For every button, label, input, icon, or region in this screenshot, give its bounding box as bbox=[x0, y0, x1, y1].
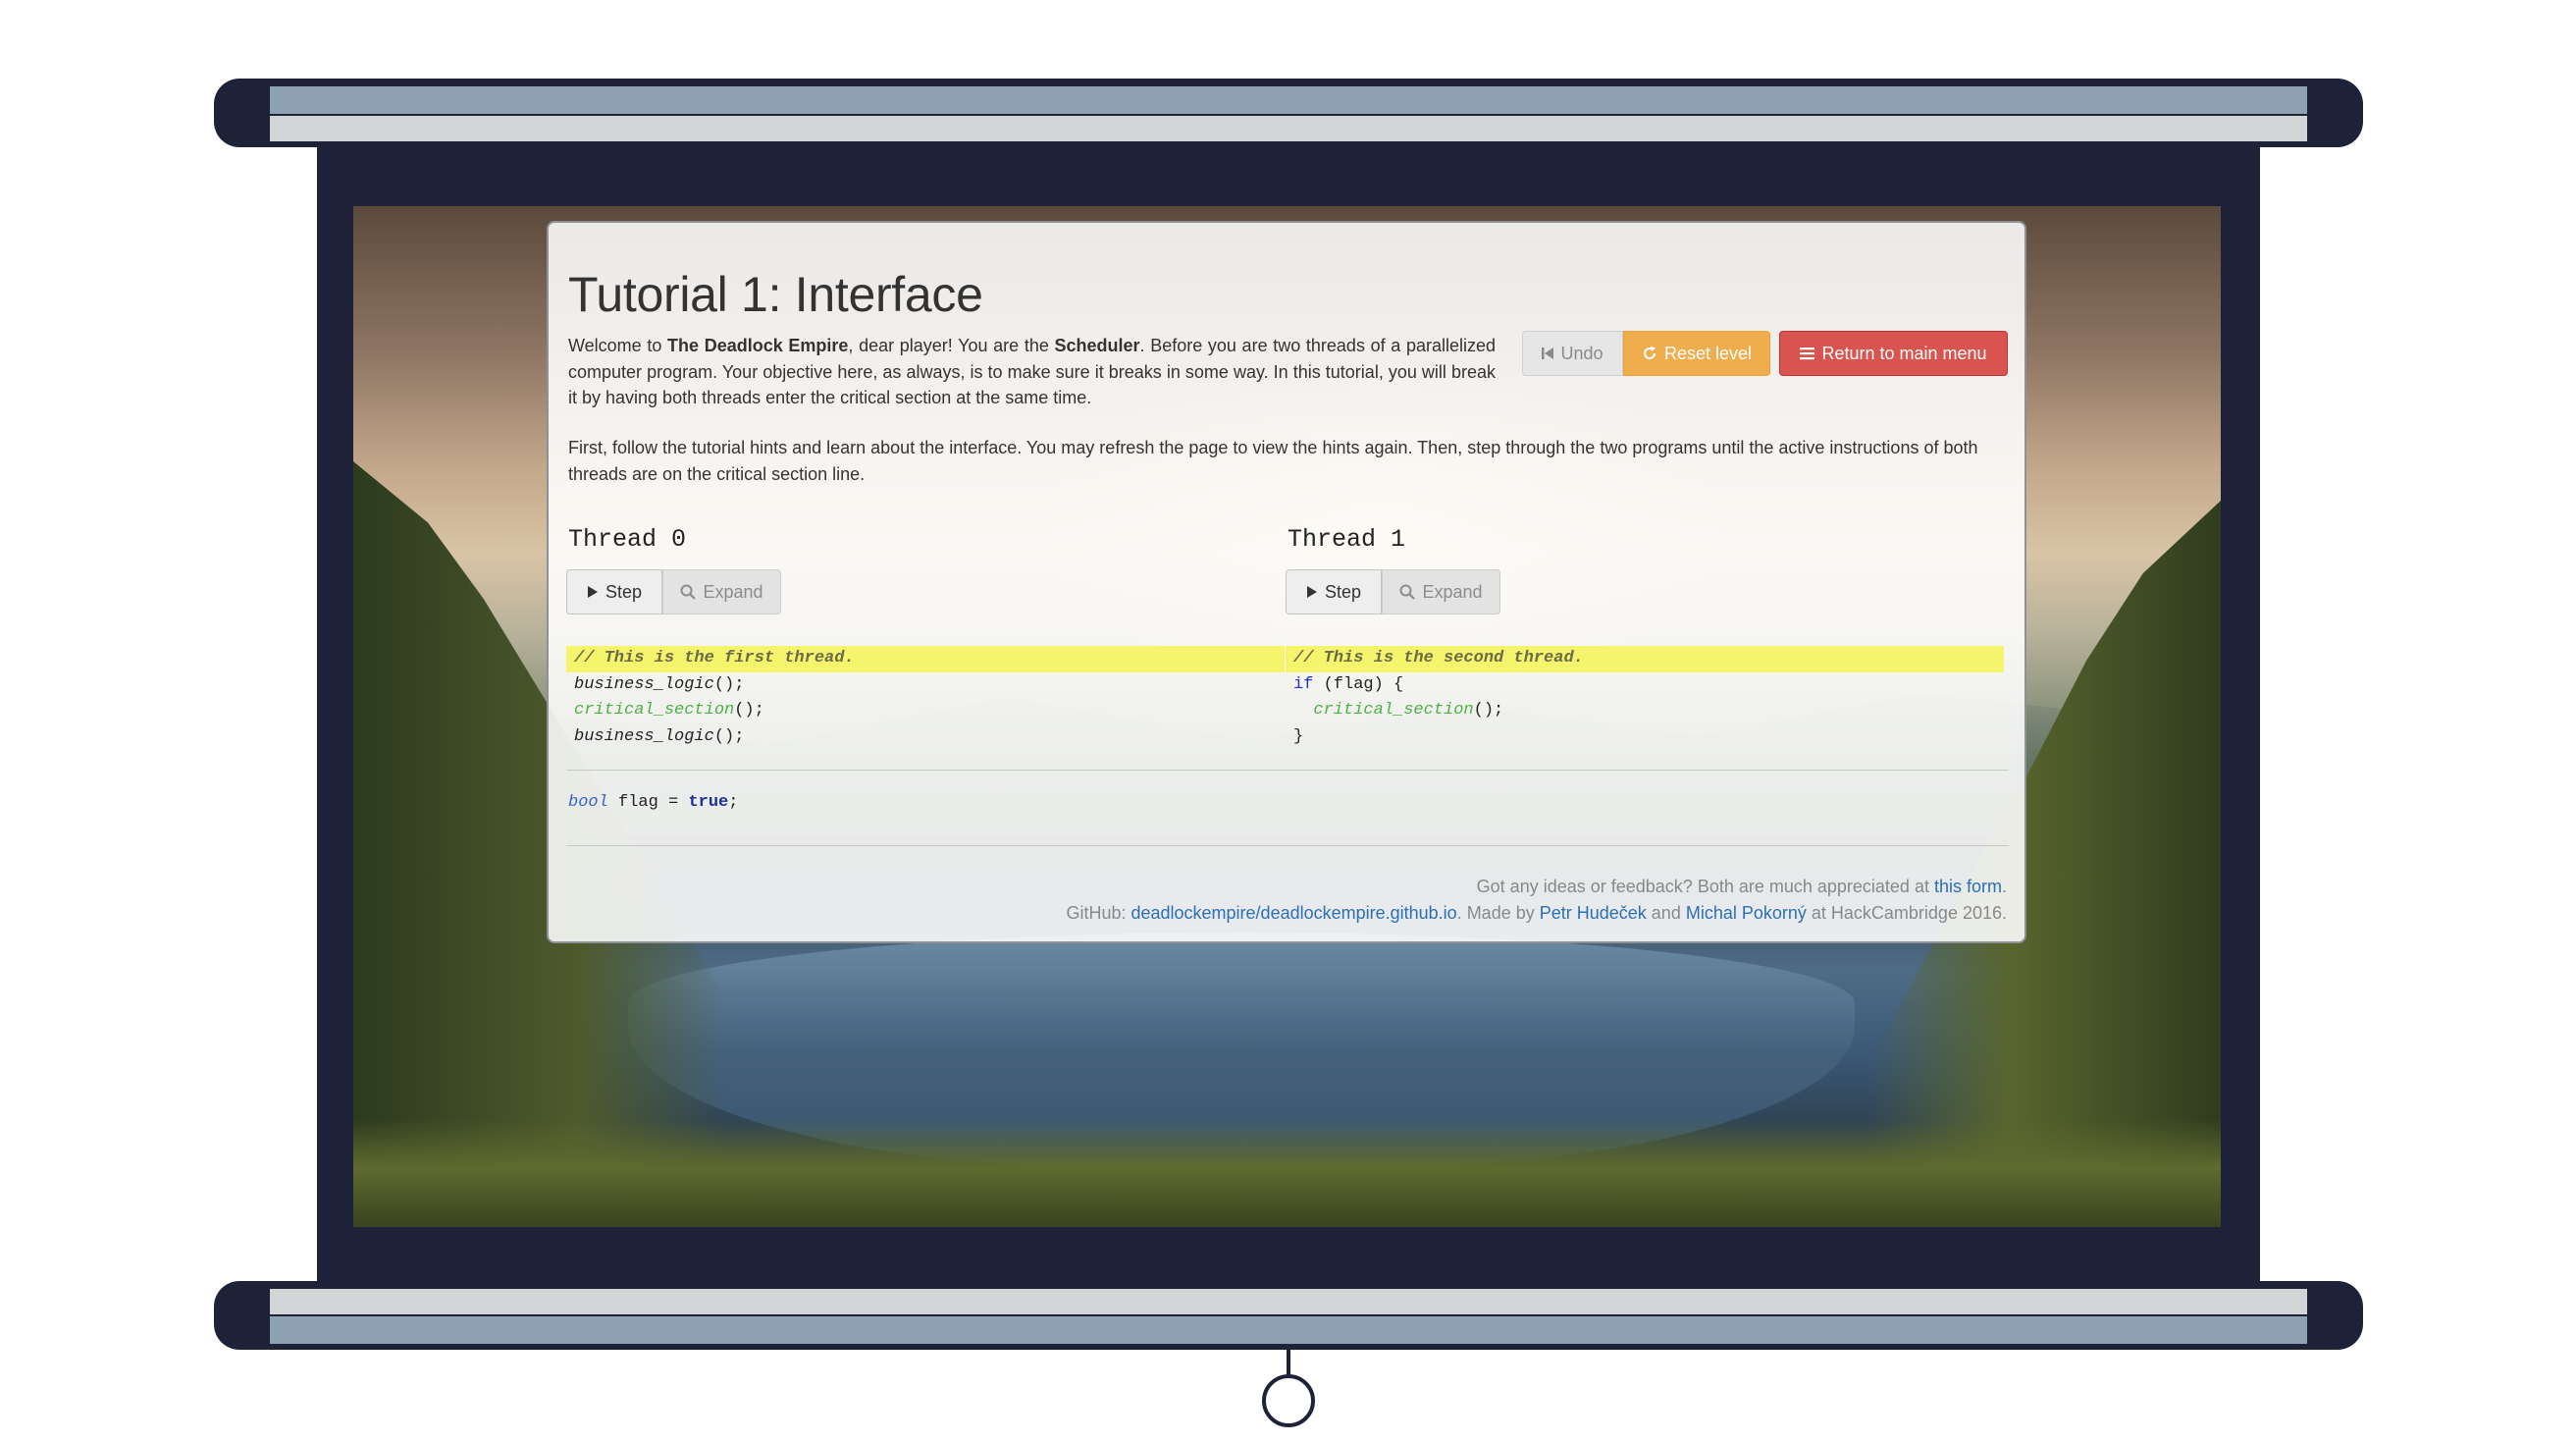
variable-type: bool bbox=[568, 793, 608, 812]
global-variables: bool flag = true; bbox=[568, 790, 738, 816]
footer-text: and bbox=[1646, 902, 1686, 923]
thread-1-code: // This is the second thread. if (flag) … bbox=[1286, 646, 2004, 750]
expand-label: Expand bbox=[703, 581, 763, 602]
game-name: The Deadlock Empire bbox=[667, 336, 849, 355]
undo-label: Undo bbox=[1560, 343, 1603, 363]
feedback-line: Got any ideas or feedback? Both are much… bbox=[1066, 874, 2007, 900]
play-icon bbox=[587, 585, 599, 599]
refresh-icon bbox=[1642, 346, 1657, 361]
code-function: business_logic bbox=[574, 674, 714, 694]
instructions-text: First, follow the tutorial hints and lea… bbox=[568, 438, 1978, 484]
roller-stripe bbox=[270, 86, 2307, 114]
thread-0-step-button[interactable]: Step bbox=[566, 569, 662, 615]
game-panel: Tutorial 1: Interface Welcome to The Dea… bbox=[547, 221, 2026, 943]
thread-0-expand-button[interactable]: Expand bbox=[662, 569, 781, 615]
step-backward-icon bbox=[1542, 347, 1554, 360]
credits-line: GitHub: deadlockempire/deadlockempire.gi… bbox=[1066, 900, 2007, 927]
code-punct: ; bbox=[728, 793, 739, 812]
code-comment: // This is the second thread. bbox=[1293, 649, 1584, 668]
thread-1-expand-button[interactable]: Expand bbox=[1382, 569, 1500, 615]
search-icon bbox=[680, 584, 697, 600]
reset-level-button[interactable]: Reset level bbox=[1623, 331, 1770, 376]
variable-value: true bbox=[688, 793, 729, 812]
variable-name: flag = bbox=[607, 793, 689, 812]
step-label: Step bbox=[1324, 581, 1362, 602]
step-label: Step bbox=[605, 581, 643, 602]
github-link[interactable]: deadlockempire/deadlockempire.github.io bbox=[1130, 903, 1456, 923]
footer-text: . Made by bbox=[1456, 902, 1540, 923]
roller-stripe bbox=[270, 116, 2307, 141]
expand-label: Expand bbox=[1422, 581, 1483, 602]
divider bbox=[566, 845, 2009, 846]
author-link[interactable]: Michal Pokorný bbox=[1686, 903, 1807, 923]
critical-section-call: critical_section bbox=[574, 701, 735, 720]
code-line[interactable]: if (flag) { bbox=[1286, 672, 2004, 699]
intro-part: Welcome to bbox=[568, 336, 668, 355]
code-punct: (); bbox=[1473, 701, 1504, 720]
footer-text: . bbox=[2001, 877, 2007, 896]
code-line[interactable]: business_logic(); bbox=[566, 672, 1285, 699]
screen-bottom-roller bbox=[214, 1281, 2363, 1350]
feedback-form-link[interactable]: this form bbox=[1934, 877, 2002, 896]
intro-part: , dear player! You are the bbox=[848, 336, 1055, 355]
pull-ring[interactable] bbox=[1262, 1374, 1315, 1427]
critical-section-call: critical_section bbox=[1313, 701, 1474, 720]
roller-stripe bbox=[270, 1316, 2307, 1344]
footer-text: GitHub: bbox=[1066, 902, 1131, 923]
code-line-critical[interactable]: critical_section(); bbox=[566, 698, 1285, 724]
search-icon bbox=[1399, 584, 1416, 600]
list-icon bbox=[1800, 347, 1815, 360]
code-line-active[interactable]: // This is the second thread. bbox=[1286, 646, 2004, 672]
roller-stripe bbox=[270, 1289, 2307, 1314]
thread-1-title: Thread 1 bbox=[1288, 525, 1406, 554]
thread-0-title: Thread 0 bbox=[568, 525, 687, 554]
code-line[interactable]: } bbox=[1286, 724, 2004, 751]
menu-label: Return to main menu bbox=[1821, 343, 1987, 363]
screen-top-roller bbox=[214, 79, 2363, 147]
code-condition: (flag) { bbox=[1313, 674, 1404, 694]
code-punct: (); bbox=[713, 674, 745, 694]
author-link[interactable]: Petr Hudeček bbox=[1540, 903, 1647, 923]
thread-1-step-button[interactable]: Step bbox=[1286, 569, 1382, 615]
code-line-active[interactable]: // This is the first thread. bbox=[566, 646, 1285, 672]
shore bbox=[353, 1119, 2221, 1227]
code-line-critical[interactable]: critical_section(); bbox=[1286, 698, 2004, 724]
code-comment: // This is the first thread. bbox=[574, 649, 855, 668]
main-menu-button[interactable]: Return to main menu bbox=[1779, 331, 2008, 376]
feedback-text: Got any ideas or feedback? Both are much… bbox=[1476, 877, 1934, 896]
code-line[interactable]: business_logic(); bbox=[566, 724, 1285, 751]
undo-button[interactable]: Undo bbox=[1522, 331, 1623, 376]
reset-label: Reset level bbox=[1663, 343, 1753, 363]
code-punct: } bbox=[1293, 726, 1304, 746]
code-punct: (); bbox=[734, 701, 764, 720]
code-keyword: if bbox=[1293, 674, 1314, 694]
footer-text: at HackCambridge 2016. bbox=[1806, 902, 2007, 923]
role-name: Scheduler bbox=[1054, 336, 1140, 355]
code-punct: (); bbox=[713, 726, 745, 746]
intro-text: Welcome to The Deadlock Empire, dear pla… bbox=[568, 333, 1496, 411]
divider bbox=[566, 770, 2009, 771]
code-function: business_logic bbox=[574, 726, 714, 746]
footer: Got any ideas or feedback? Both are much… bbox=[1066, 874, 2007, 926]
page-title: Tutorial 1: Interface bbox=[568, 267, 983, 322]
thread-0-code: // This is the first thread. business_lo… bbox=[566, 646, 1285, 750]
play-icon bbox=[1306, 585, 1318, 599]
